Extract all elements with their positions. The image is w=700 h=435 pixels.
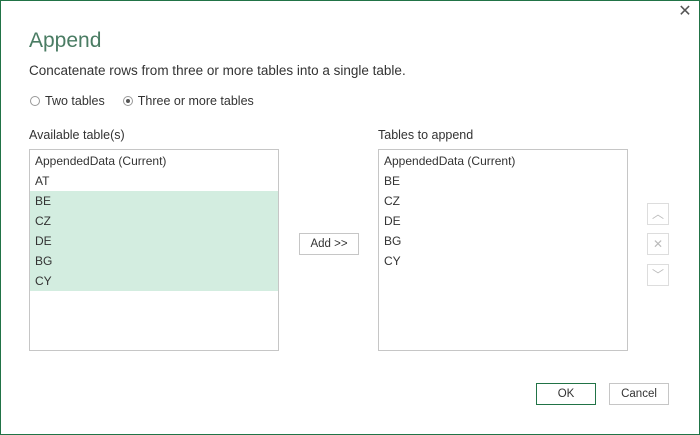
radio-three-or-more[interactable]: Three or more tables: [122, 94, 254, 108]
remove-button[interactable]: ✕: [647, 233, 669, 255]
dialog-title: Append: [29, 29, 102, 52]
list-item[interactable]: DE: [30, 231, 278, 251]
list-item[interactable]: CY: [379, 251, 627, 271]
cancel-button[interactable]: Cancel: [609, 383, 669, 405]
tables-to-append-label: Tables to append: [378, 128, 474, 142]
close-icon: ✕: [652, 237, 664, 251]
list-item[interactable]: CZ: [30, 211, 278, 231]
chevron-up-icon: ︿: [651, 207, 664, 221]
ok-button[interactable]: OK: [536, 383, 596, 405]
chevron-down-icon: ﹀: [651, 268, 664, 282]
list-item[interactable]: BE: [30, 191, 278, 211]
radio-icon: [30, 96, 40, 106]
mode-radio-group: Two tables Three or more tables: [30, 94, 254, 108]
list-item[interactable]: AT: [30, 171, 278, 191]
radio-selected-icon: [122, 96, 133, 106]
tables-to-append-list[interactable]: AppendedData (Current) BE CZ DE BG CY: [378, 149, 628, 351]
move-down-button[interactable]: ﹀: [647, 264, 669, 286]
available-tables-label: Available table(s): [29, 128, 125, 142]
list-item[interactable]: BG: [379, 231, 627, 251]
close-icon[interactable]: ✕: [677, 4, 693, 20]
list-item[interactable]: AppendedData (Current): [30, 151, 278, 171]
list-item[interactable]: CZ: [379, 191, 627, 211]
list-item[interactable]: DE: [379, 211, 627, 231]
available-tables-list[interactable]: AppendedData (Current) AT BE CZ DE BG CY: [29, 149, 279, 351]
dialog-description: Concatenate rows from three or more tabl…: [29, 63, 406, 78]
radio-two-tables[interactable]: Two tables: [30, 94, 105, 108]
list-item[interactable]: BG: [30, 251, 278, 271]
list-item[interactable]: BE: [379, 171, 627, 191]
list-item[interactable]: CY: [30, 271, 278, 291]
add-button[interactable]: Add >>: [299, 233, 359, 255]
move-up-button[interactable]: ︿: [647, 203, 669, 225]
list-item[interactable]: AppendedData (Current): [379, 151, 627, 171]
